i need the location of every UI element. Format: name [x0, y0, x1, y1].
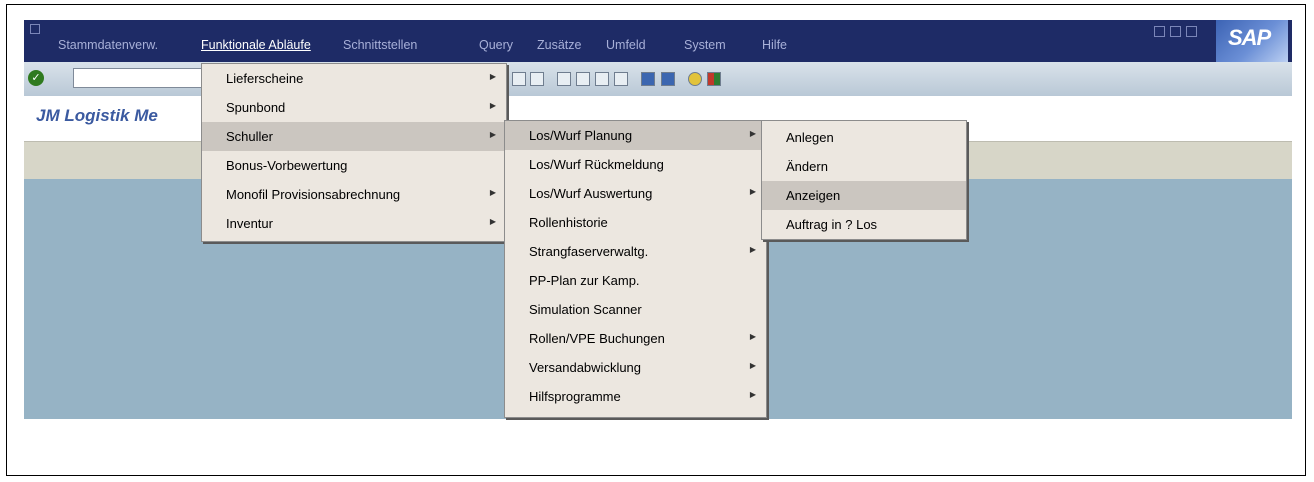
submenu-arrow-icon: ▶: [489, 217, 496, 226]
sap-logo: SAP: [1216, 20, 1288, 62]
layout-menu-icon[interactable]: [707, 72, 721, 86]
menu-system[interactable]: System: [684, 38, 726, 52]
menu-item-rollenhistorie[interactable]: Rollenhistorie: [505, 208, 766, 237]
previous-page-icon[interactable]: [576, 72, 590, 86]
find-icon[interactable]: [512, 72, 526, 86]
submenu-arrow-icon: ▶: [749, 245, 756, 254]
submenu-arrow-icon: ▶: [749, 187, 756, 196]
last-page-icon[interactable]: [614, 72, 628, 86]
menu-zusaetze[interactable]: Zusätze: [537, 38, 581, 52]
menu-item-simulation-scanner[interactable]: Simulation Scanner: [505, 295, 766, 324]
menu-schuller-dropdown: Los/Wurf Planung ▶ Los/Wurf Rückmeldung L…: [504, 120, 767, 418]
menu-funktionale-ablaeufe[interactable]: Funktionale Abläufe: [201, 38, 311, 52]
menu-item-spunbond[interactable]: Spunbond ▶: [202, 93, 506, 122]
new-session-icon[interactable]: [641, 72, 655, 86]
submenu-arrow-icon: ▶: [749, 129, 756, 138]
check-icon[interactable]: ✓: [28, 70, 44, 86]
minimize-icon[interactable]: [1154, 26, 1165, 37]
menu-item-rollen-vpe-buchungen[interactable]: Rollen/VPE Buchungen ▶: [505, 324, 766, 353]
submenu-arrow-icon: ▶: [749, 390, 756, 399]
maximize-icon[interactable]: [1170, 26, 1181, 37]
menu-item-loswurf-auswertung[interactable]: Los/Wurf Auswertung ▶: [505, 179, 766, 208]
menu-hilfe[interactable]: Hilfe: [762, 38, 787, 52]
menu-umfeld[interactable]: Umfeld: [606, 38, 646, 52]
menu-query[interactable]: Query: [479, 38, 513, 52]
submenu-arrow-icon: ▶: [489, 72, 496, 81]
menu-item-auftrag-in-los[interactable]: Auftrag in ? Los: [762, 210, 966, 239]
menu-item-schuller[interactable]: Schuller ▶: [202, 122, 506, 151]
menu-schnittstellen[interactable]: Schnittstellen: [343, 38, 417, 52]
submenu-arrow-icon: ▶: [489, 130, 496, 139]
menu-item-versandabwicklung[interactable]: Versandabwicklung ▶: [505, 353, 766, 382]
next-page-icon[interactable]: [595, 72, 609, 86]
window-system-icon[interactable]: [30, 24, 40, 34]
menu-item-strangfaserverwaltg[interactable]: Strangfaserverwaltg. ▶: [505, 237, 766, 266]
menu-item-bonus-vorbewertung[interactable]: Bonus-Vorbewertung: [202, 151, 506, 180]
menu-item-anlegen[interactable]: Anlegen: [762, 123, 966, 152]
first-page-icon[interactable]: [557, 72, 571, 86]
submenu-arrow-icon: ▶: [489, 101, 496, 110]
shortcut-icon[interactable]: [661, 72, 675, 86]
menu-item-monofil-provisionsabrechnung[interactable]: Monofil Provisionsabrechnung ▶: [202, 180, 506, 209]
menu-item-anzeigen[interactable]: Anzeigen: [762, 181, 966, 210]
submenu-arrow-icon: ▶: [489, 188, 496, 197]
menu-stammdatenverw[interactable]: Stammdatenverw.: [58, 38, 158, 52]
menu-item-hilfsprogramme[interactable]: Hilfsprogramme ▶: [505, 382, 766, 411]
menu-item-inventur[interactable]: Inventur ▶: [202, 209, 506, 238]
menu-loswurf-planung-dropdown: Anlegen Ändern Anzeigen Auftrag in ? Los: [761, 120, 967, 240]
menu-item-pp-plan[interactable]: PP-Plan zur Kamp.: [505, 266, 766, 295]
submenu-arrow-icon: ▶: [749, 332, 756, 341]
menu-funktionale-ablaeufe-dropdown: Lieferscheine ▶ Spunbond ▶ Schuller ▶ Bonus…: [201, 63, 507, 242]
page-title: JM Logistik Me: [36, 106, 158, 125]
find-next-icon[interactable]: [530, 72, 544, 86]
menu-item-loswurf-rueckmeldung[interactable]: Los/Wurf Rückmeldung: [505, 150, 766, 179]
menu-item-loswurf-planung[interactable]: Los/Wurf Planung ▶: [505, 121, 766, 150]
menu-item-lieferscheine[interactable]: Lieferscheine ▶: [202, 64, 506, 93]
help-icon[interactable]: [688, 72, 702, 86]
close-icon[interactable]: [1186, 26, 1197, 37]
menu-bar: Stammdatenverw. Funktionale Abläufe Schn…: [24, 20, 1292, 62]
menu-item-aendern[interactable]: Ändern: [762, 152, 966, 181]
submenu-arrow-icon: ▶: [749, 361, 756, 370]
